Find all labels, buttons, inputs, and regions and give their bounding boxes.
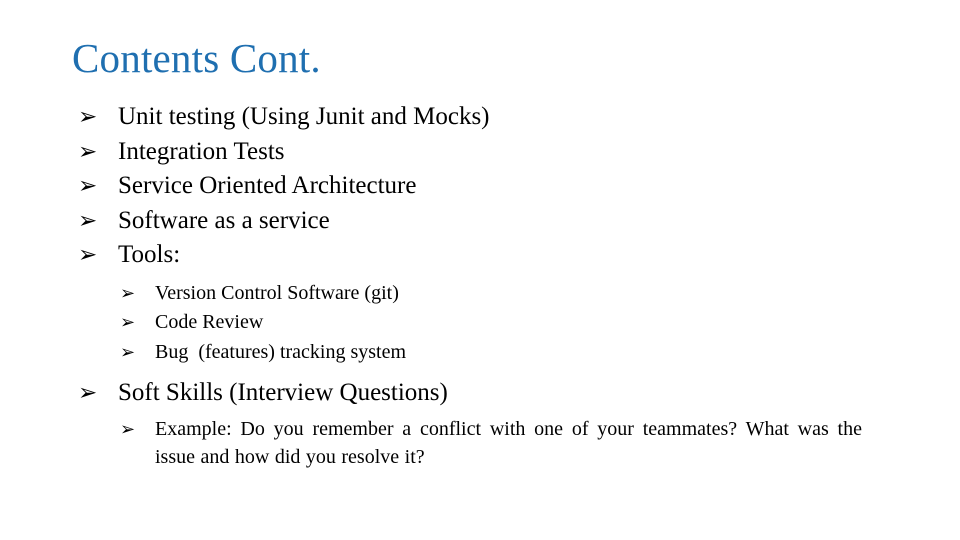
arrow-bullet-icon: ➢	[78, 173, 98, 199]
sub-list-item-example: ➢ Example: Do you remember a conflict wi…	[0, 415, 960, 471]
sub-list-item-label: Code Review	[155, 311, 264, 333]
slide-canvas: Contents Cont. ➢ Unit testing (Using Jun…	[0, 0, 960, 540]
arrow-bullet-icon: ➢	[78, 138, 98, 165]
arrow-bullet-icon: ➢	[120, 418, 136, 440]
list-item-label: Software as a service	[118, 206, 330, 234]
slide-body: ➢ Unit testing (Using Junit and Mocks) ➢…	[0, 100, 960, 471]
list-item-label: Service Oriented Architecture	[118, 172, 417, 199]
arrow-bullet-icon: ➢	[78, 380, 98, 406]
sub-list-item-label: Version Control Software (git)	[155, 281, 399, 304]
sub-list-item-label: Bug (features) tracking system	[155, 340, 407, 363]
arrow-bullet-icon: ➢	[78, 242, 98, 268]
arrow-bullet-icon: ➢	[78, 207, 98, 234]
sub-list-item: ➢ Bug (features) tracking system	[0, 338, 960, 368]
list-item: ➢ Software as a service	[0, 204, 960, 239]
list-item-label: Integration Tests	[118, 137, 285, 165]
sub-list-item: ➢ Version Control Software (git)	[0, 279, 960, 309]
list-item-label: Soft Skills (Interview Questions)	[118, 379, 448, 406]
list-item: ➢ Integration Tests	[0, 135, 960, 170]
sub-list-item-label: Example: Do you remember a conflict with…	[155, 417, 862, 468]
list-item-tools: ➢ Tools:	[0, 238, 960, 273]
arrow-bullet-icon: ➢	[78, 104, 98, 130]
arrow-bullet-icon: ➢	[120, 341, 136, 363]
arrow-bullet-icon: ➢	[120, 282, 136, 304]
list-item: ➢ Unit testing (Using Junit and Mocks)	[0, 100, 960, 135]
list-item-label: Tools:	[118, 241, 181, 268]
list-item: ➢ Service Oriented Architecture	[0, 169, 960, 204]
list-item-label: Unit testing (Using Junit and Mocks)	[118, 103, 490, 130]
page-title: Contents Cont.	[72, 35, 321, 81]
list-item-soft-skills: ➢ Soft Skills (Interview Questions)	[0, 376, 960, 411]
arrow-bullet-icon: ➢	[120, 312, 136, 333]
sub-list-item: ➢ Code Review	[0, 308, 960, 338]
